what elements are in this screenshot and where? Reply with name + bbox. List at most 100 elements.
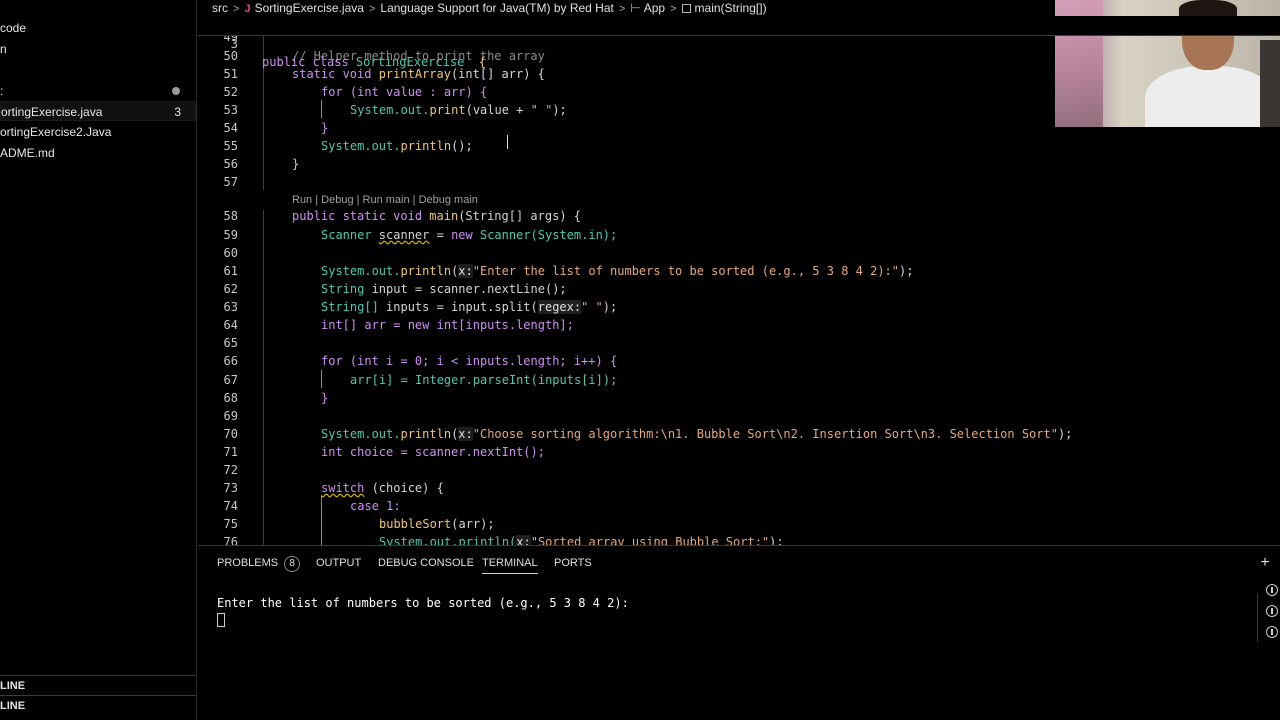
method-name: main (429, 209, 459, 223)
code-fragment: input = scanner.nextLine(); (371, 282, 567, 296)
code-text: for (int value : arr) { (321, 83, 487, 101)
line-number: 66 (223, 354, 238, 368)
line-number: 61 (223, 264, 238, 278)
code-line: 76 System.out.println(x:"Sorted array usi… (198, 533, 1280, 545)
bug-icon[interactable] (1266, 626, 1278, 638)
sidebar-item-label: : (0, 84, 4, 98)
line-number: 55 (223, 139, 238, 153)
sidebar-item-label: ADME.md (0, 146, 55, 160)
line-number: 62 (223, 282, 238, 296)
sidebar-section-outline[interactable]: LINE (0, 675, 196, 695)
warning-variable[interactable]: scanner (379, 228, 430, 242)
bottom-panel: PROBLEMS 8 OUTPUT DEBUG CONSOLE TERMINAL … (198, 545, 1280, 720)
plus-icon[interactable]: + (1258, 554, 1272, 572)
breadcrumb-src[interactable]: src (212, 1, 228, 15)
code-line: 64 int[] arr = new int[inputs.length]; (198, 316, 1280, 334)
parameter-hint: x: (458, 264, 473, 278)
code-text: } (321, 389, 328, 407)
method-name: println (400, 427, 452, 441)
code-fragment: for (int i = 0; i < inputs.length; i++) … (321, 354, 618, 368)
tab-debug-console[interactable]: DEBUG CONSOLE (378, 554, 474, 574)
sidebar-item-label: ortingExercise2.Java (0, 125, 112, 139)
sidebar-item-sortingexercise2-java[interactable]: ortingExercise2.Java (0, 122, 196, 142)
code-line: 56} (198, 155, 1280, 173)
code-text: } (292, 155, 299, 173)
sidebar-item-sortingexercise-java[interactable]: ortingExercise.java 3 (0, 101, 196, 121)
class-icon: ⊢ (630, 1, 641, 15)
code-fragment: (value + (465, 103, 531, 117)
tab-label: OUTPUT (316, 557, 362, 569)
line-number: 67 (223, 373, 238, 387)
code-line: 68} (198, 389, 1280, 407)
section-label: LINE (0, 680, 26, 692)
keyword: public static void (292, 209, 430, 223)
breadcrumb-file[interactable]: SortingExercise.java (255, 1, 364, 15)
code-fragment: System.out. (350, 103, 430, 117)
code-text: } (321, 119, 328, 137)
brace: } (321, 391, 329, 405)
code-line: 55 System.out.println(); (198, 137, 1280, 155)
line-number: 68 (223, 391, 238, 405)
code-text: switch (choice) { (321, 479, 444, 497)
code-fragment: (choice) { (364, 481, 444, 495)
breadcrumb-language[interactable]: Language Support for Java(TM) by Red Hat (380, 1, 613, 15)
sidebar-section-timeline[interactable]: LINE (0, 695, 196, 715)
tab-problems[interactable]: PROBLEMS 8 (217, 554, 301, 574)
brace: } (292, 157, 300, 171)
section-label: LINE (0, 700, 26, 712)
code-fragment: (String[] args) { (458, 209, 582, 223)
code-fragment: System.out.println( (379, 535, 517, 545)
sidebar-item-readme[interactable]: ADME.md (0, 143, 196, 163)
line-number: 64 (223, 318, 238, 332)
line-number: 3 (230, 37, 238, 51)
brace: { (478, 55, 486, 69)
code-fragment: ); (899, 264, 914, 278)
code-text: Scanner scanner = new Scanner(System.in)… (321, 226, 617, 244)
breadcrumb-class[interactable]: App (644, 1, 665, 15)
sidebar-item-header[interactable]: : (0, 81, 196, 101)
code-fragment: arr[i] = Integer.parseInt(inputs[i]); (350, 373, 618, 387)
code-fragment: inputs = input.split( (386, 300, 538, 314)
code-line: 60 (198, 244, 1280, 262)
code-fragment: System.out. (321, 427, 401, 441)
code-line: 70 System.out.println(x:"Choose sorting a… (198, 425, 1280, 443)
keyword[interactable]: switch (321, 481, 364, 495)
line-number: 75 (223, 517, 238, 531)
panel-divider (1257, 594, 1258, 642)
line-number: 65 (223, 336, 238, 350)
tab-label: DEBUG CONSOLE (378, 557, 474, 569)
mouse-ibeam-cursor-icon (505, 134, 511, 150)
code-line: 59 Scanner scanner = new Scanner(System.i… (198, 226, 1280, 244)
code-line: 75 bubbleSort(arr); (198, 515, 1280, 533)
class-name: SortingExercise (355, 55, 465, 69)
tab-ports[interactable]: PORTS (554, 554, 592, 574)
sidebar-item-label: n (0, 42, 7, 56)
line-number: 53 (223, 103, 238, 117)
code-text: System.out.println(x:"Sorted array using… (379, 533, 784, 545)
breadcrumb-method[interactable]: main(String[]) (695, 1, 767, 15)
line-number: 54 (223, 121, 238, 135)
parameter-hint: regex: (537, 300, 582, 314)
method-name: bubbleSort (379, 517, 452, 531)
tab-output[interactable]: OUTPUT (316, 554, 361, 574)
bug-icon[interactable] (1266, 605, 1278, 617)
sidebar-item-folder[interactable]: code (0, 18, 196, 38)
sidebar-item-section[interactable]: n (0, 39, 196, 59)
chevron-right-icon: > (233, 3, 240, 15)
bug-icon[interactable] (1266, 584, 1278, 596)
type-name: String (321, 282, 372, 296)
line-number: 74 (223, 499, 238, 513)
chevron-right-icon: > (670, 3, 677, 15)
sticky-scroll-header[interactable]: 3 public class SortingExercise { (198, 16, 1280, 69)
tab-terminal[interactable]: TERMINAL (482, 554, 538, 574)
keyword: new (451, 228, 480, 242)
chevron-right-icon: > (368, 3, 376, 15)
line-number: 60 (223, 246, 238, 260)
code-line: 63 String[] inputs = input.split(regex:" … (198, 298, 1280, 316)
codelens-run-debug[interactable]: Run | Debug | Run main | Debug main (292, 193, 478, 207)
string-literal: "Sorted array using Bubble Sort:" (530, 535, 770, 545)
line-number: 56 (223, 157, 238, 171)
code-line: 66 for (int i = 0; i < inputs.length; i++… (198, 352, 1280, 370)
code-line: 72 (198, 461, 1280, 479)
code-text: public static void main(String[] args) { (292, 207, 581, 225)
